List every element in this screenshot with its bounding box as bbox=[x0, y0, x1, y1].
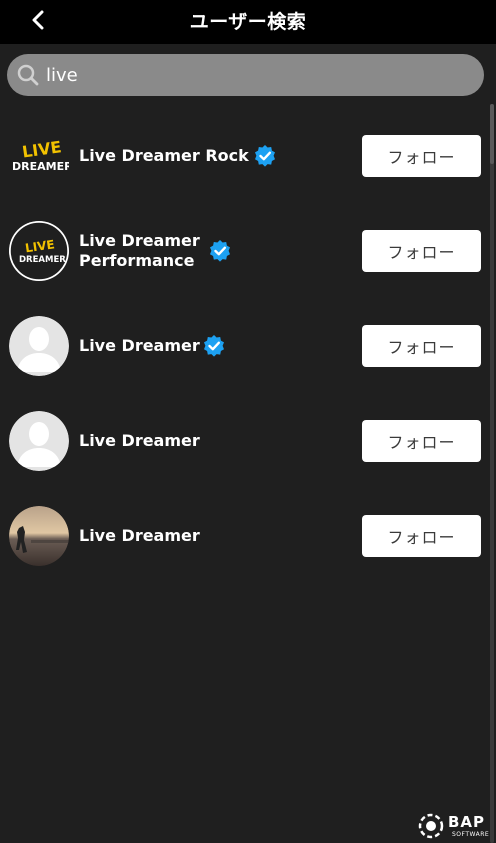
follow-button[interactable]: フォロー bbox=[362, 135, 481, 177]
user-name-line1: Live Dreamer bbox=[79, 431, 200, 450]
search-bar[interactable] bbox=[7, 54, 484, 96]
verified-badge-icon bbox=[203, 335, 224, 357]
default-avatar-icon bbox=[9, 316, 69, 376]
search-input[interactable] bbox=[46, 64, 484, 86]
name-wrap: Live Dreamer bbox=[79, 504, 200, 568]
user-name: Live Dreamer Performance bbox=[79, 231, 200, 271]
name-wrap: Live Dreamer Rock bbox=[79, 124, 277, 188]
follow-button[interactable]: フォロー bbox=[362, 325, 481, 367]
bap-software-logo: BAP SOFTWARE bbox=[418, 813, 492, 839]
user-name: Live Dreamer Rock bbox=[79, 146, 249, 166]
avatar[interactable]: LIVE DREAMER bbox=[9, 126, 69, 186]
user-name-line1: Live Dreamer bbox=[79, 231, 200, 250]
user-name: Live Dreamer bbox=[79, 526, 200, 546]
verified-badge-icon bbox=[209, 240, 230, 262]
name-wrap: Live Dreamer Performance bbox=[79, 219, 232, 283]
logo-subtext: SOFTWARE bbox=[452, 831, 490, 838]
user-result-row[interactable]: Live Dreamer フォロー bbox=[0, 504, 488, 568]
avatar[interactable]: LIVE DREAMER bbox=[9, 221, 69, 281]
name-wrap: Live Dreamer bbox=[79, 409, 200, 473]
svg-text:DREAMER: DREAMER bbox=[12, 160, 69, 173]
avatar[interactable] bbox=[9, 316, 69, 376]
logo-text: BAP bbox=[448, 813, 486, 831]
bap-logo-icon bbox=[418, 813, 444, 839]
name-wrap: Live Dreamer bbox=[79, 314, 226, 378]
scrollbar-track[interactable] bbox=[490, 104, 494, 843]
live-dreamer-logo-icon: LIVE DREAMER bbox=[9, 126, 69, 186]
user-result-row[interactable]: LIVE DREAMER Live Dreamer Performance フォ… bbox=[0, 219, 488, 283]
user-name: Live Dreamer bbox=[79, 431, 200, 451]
verified-badge-icon bbox=[254, 145, 275, 167]
user-result-row[interactable]: Live Dreamer フォロー bbox=[0, 409, 488, 473]
user-name-line1: Live Dreamer bbox=[79, 526, 200, 545]
follow-button[interactable]: フォロー bbox=[362, 230, 481, 272]
scrollbar-thumb[interactable] bbox=[490, 104, 494, 164]
avatar[interactable] bbox=[9, 411, 69, 471]
user-result-row[interactable]: Live Dreamer フォロー bbox=[0, 314, 488, 378]
user-name-line2: Performance bbox=[79, 251, 195, 270]
user-name-line1: Live Dreamer Rock bbox=[79, 146, 249, 165]
default-avatar-icon bbox=[9, 411, 69, 471]
follow-button[interactable]: フォロー bbox=[362, 420, 481, 462]
live-dreamer-logo-icon: LIVE DREAMER bbox=[9, 221, 69, 281]
page-title: ユーザー検索 bbox=[189, 11, 307, 33]
top-bar: ユーザー検索 bbox=[0, 0, 496, 44]
user-name: Live Dreamer bbox=[79, 336, 200, 356]
user-result-row[interactable]: LIVE DREAMER Live Dreamer Rock フォロー bbox=[0, 124, 488, 188]
svg-text:DREAMER: DREAMER bbox=[19, 255, 66, 265]
user-name-line1: Live Dreamer bbox=[79, 336, 200, 355]
follow-button[interactable]: フォロー bbox=[362, 515, 481, 557]
avatar[interactable] bbox=[9, 506, 69, 566]
search-icon bbox=[16, 63, 40, 87]
photo-avatar-icon bbox=[9, 506, 69, 566]
